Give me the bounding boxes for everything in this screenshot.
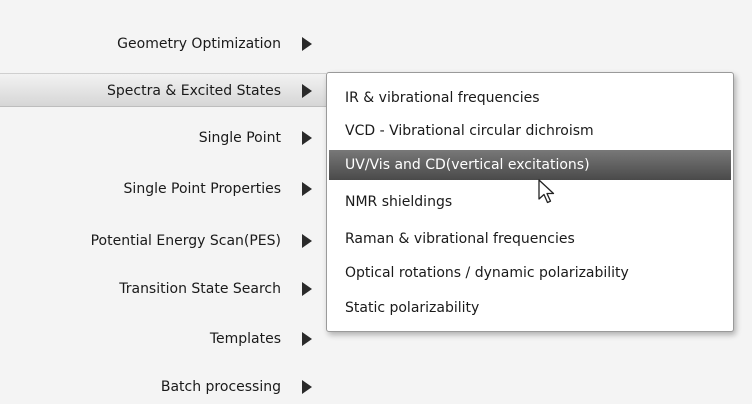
menu-item-batch-processing[interactable]: Batch processing xyxy=(0,370,326,404)
menu-item-label: Single Point xyxy=(198,130,281,146)
submenu-arrow-icon xyxy=(302,282,312,296)
submenu-item-raman-frequencies[interactable]: Raman & vibrational frequencies xyxy=(327,224,733,254)
submenu-arrow-icon xyxy=(302,332,312,346)
menu-item-label: Single Point Properties xyxy=(123,181,281,197)
submenu-arrow-icon xyxy=(302,37,312,51)
submenu-item-vcd[interactable]: VCD - Vibrational circular dichroism xyxy=(327,116,733,146)
menu-item-label: Transition State Search xyxy=(119,281,281,297)
menu-item-label: Batch processing xyxy=(160,379,281,395)
submenu-item-optical-rotations[interactable]: Optical rotations / dynamic polarizabili… xyxy=(327,258,733,288)
submenu-arrow-icon xyxy=(302,234,312,248)
menu-item-transition-state-search[interactable]: Transition State Search xyxy=(0,272,326,306)
submenu-arrow-icon xyxy=(302,182,312,196)
menu-item-single-point-properties[interactable]: Single Point Properties xyxy=(0,172,326,206)
submenu-item-ir-frequencies[interactable]: IR & vibrational frequencies xyxy=(327,83,733,113)
menu-item-label: Potential Energy Scan(PES) xyxy=(90,233,281,249)
submenu-arrow-icon xyxy=(302,131,312,145)
menu-item-label: Geometry Optimization xyxy=(117,36,281,52)
submenu-arrow-icon xyxy=(302,84,312,98)
submenu-item-uvvis-cd[interactable]: UV/Vis and CD(vertical excitations) xyxy=(329,150,731,180)
menu-item-potential-energy-scan[interactable]: Potential Energy Scan(PES) xyxy=(0,224,326,258)
mouse-pointer-icon xyxy=(538,179,555,204)
spectra-submenu: IR & vibrational frequencies VCD - Vibra… xyxy=(326,72,734,332)
menu-item-spectra-excited-states[interactable]: Spectra & Excited States xyxy=(0,73,326,107)
menu-item-label: Spectra & Excited States xyxy=(107,83,281,99)
left-menu: Geometry Optimization Spectra & Excited … xyxy=(0,0,326,396)
menu-item-geometry-optimization[interactable]: Geometry Optimization xyxy=(0,27,326,61)
menu-item-templates[interactable]: Templates xyxy=(0,322,326,356)
submenu-item-nmr-shieldings[interactable]: NMR shieldings xyxy=(327,187,733,217)
submenu-arrow-icon xyxy=(302,380,312,394)
menu-item-label: Templates xyxy=(209,331,281,347)
menu-item-single-point[interactable]: Single Point xyxy=(0,121,326,155)
submenu-item-static-polarizability[interactable]: Static polarizability xyxy=(327,293,733,323)
